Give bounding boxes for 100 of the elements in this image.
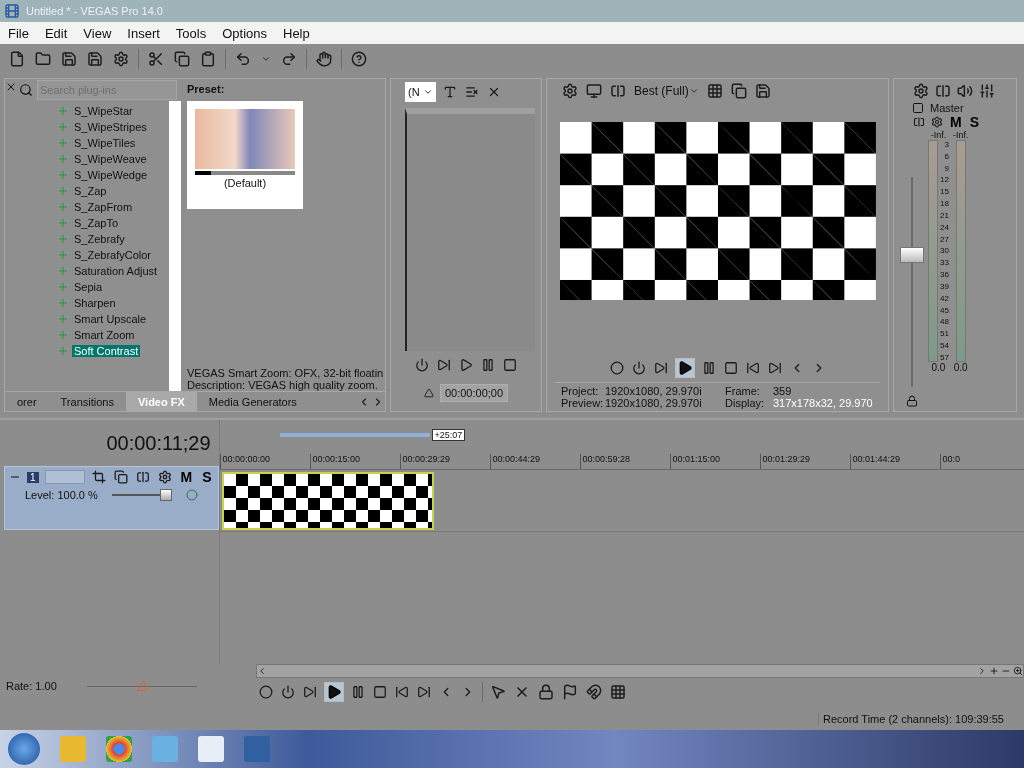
pause-button[interactable] (350, 684, 366, 700)
lock-icon[interactable] (906, 395, 918, 407)
help-button[interactable] (350, 50, 368, 68)
mute-button[interactable]: M (948, 114, 964, 130)
lock-button[interactable] (537, 683, 555, 701)
slider-thumb[interactable] (136, 679, 149, 692)
close-icon[interactable] (5, 81, 17, 93)
tree-item[interactable]: Soft Contrast (72, 345, 141, 357)
edit-tool-button[interactable] (489, 683, 507, 701)
snapping-button[interactable] (585, 683, 603, 701)
scroll-right-icon[interactable] (977, 666, 987, 676)
pause-button[interactable] (480, 357, 496, 373)
menu-item[interactable]: Insert (121, 23, 166, 43)
tree-item[interactable]: S_WipeStar (72, 105, 135, 117)
save-button[interactable] (753, 82, 772, 100)
hand-button[interactable] (315, 50, 333, 68)
play-from-start-button[interactable] (652, 360, 669, 376)
monitor-button[interactable] (585, 82, 603, 100)
paste-button[interactable] (199, 50, 217, 68)
settings-button[interactable] (112, 50, 130, 68)
play-button[interactable] (324, 682, 344, 702)
tree-item[interactable]: Saturation Adjust (72, 265, 160, 277)
loop-button[interactable] (280, 684, 296, 700)
tree-item[interactable]: Smart Zoom (72, 329, 137, 341)
undo-button[interactable] (234, 50, 252, 68)
volume-fader[interactable] (900, 177, 924, 387)
grid-button[interactable] (609, 683, 627, 701)
volume-button[interactable] (956, 82, 974, 100)
tree-item[interactable]: Sepia (72, 281, 105, 293)
save-button[interactable] (60, 50, 78, 68)
loop-button[interactable] (414, 357, 430, 373)
motion-button[interactable] (134, 469, 151, 485)
go-to-start-button[interactable] (394, 684, 410, 700)
tree-item[interactable]: S_WipeStripes (72, 121, 149, 133)
tree-item[interactable]: S_WipeWeave (72, 153, 149, 165)
play-from-start-button[interactable] (436, 357, 452, 373)
tree-item[interactable]: S_WipeWedge (72, 169, 150, 181)
fader-thumb[interactable] (900, 246, 924, 263)
menu-item[interactable]: Tools (169, 23, 213, 43)
view-dropdown[interactable]: (N (405, 82, 436, 102)
settings-button[interactable] (561, 82, 579, 100)
panel-tab[interactable]: Media Generators (196, 391, 309, 412)
new-file-button[interactable] (8, 50, 26, 68)
redo-button[interactable] (280, 50, 298, 68)
split-button[interactable] (934, 82, 952, 100)
zoom-in-icon[interactable] (989, 666, 999, 676)
stop-button[interactable] (722, 360, 739, 376)
tree-item[interactable]: S_ZapTo (72, 217, 121, 229)
fx-button[interactable] (930, 115, 944, 129)
open-folder-button[interactable] (34, 50, 52, 68)
copy-button[interactable] (729, 82, 748, 100)
track-name-field[interactable] (44, 470, 85, 484)
save-as-button[interactable] (86, 50, 104, 68)
menu-item[interactable]: View (77, 23, 118, 43)
mixer-button[interactable] (978, 82, 996, 100)
stop-button[interactable] (372, 684, 388, 700)
pan-button[interactable] (912, 115, 926, 129)
marker-button[interactable] (561, 683, 579, 701)
menu-item[interactable]: File (2, 23, 35, 43)
go-to-end-button[interactable] (766, 360, 783, 376)
tree-item[interactable]: S_WipeTiles (72, 137, 138, 149)
play-button[interactable] (674, 358, 695, 378)
tree-item[interactable]: S_ZapFrom (72, 201, 135, 213)
slider-thumb[interactable] (159, 489, 172, 501)
copy-button[interactable] (173, 50, 191, 68)
zoom-icon[interactable] (1013, 666, 1023, 676)
composite-button[interactable] (112, 469, 129, 485)
tree-item[interactable]: Smart Upscale (72, 313, 149, 325)
solo-button[interactable]: S (200, 469, 214, 485)
level-slider[interactable] (111, 490, 172, 500)
go-to-end-button[interactable] (416, 684, 432, 700)
quality-dropdown[interactable]: Best (Full) (633, 83, 700, 99)
go-to-start-button[interactable] (744, 360, 761, 376)
timecode-field[interactable]: 00:00:00;00 (439, 384, 509, 402)
solo-button[interactable]: S (967, 114, 981, 130)
video-clip[interactable] (221, 471, 434, 530)
menu-item[interactable]: Options (216, 23, 273, 43)
scroll-left-icon[interactable] (257, 666, 267, 676)
tree-item[interactable]: S_ZebrafyColor (72, 249, 154, 261)
record-button[interactable] (258, 684, 274, 700)
menu-item[interactable]: Help (277, 23, 316, 43)
tree-item[interactable]: S_Zap (72, 185, 109, 197)
grid-button[interactable] (705, 82, 724, 100)
play-from-start-button[interactable] (302, 684, 318, 700)
start-button[interactable] (8, 733, 40, 765)
panel-tab[interactable]: Transitions (48, 391, 126, 412)
settings-button[interactable] (912, 82, 930, 100)
stop-button[interactable] (502, 357, 518, 373)
play-button[interactable] (458, 357, 474, 373)
tree-item[interactable]: S_Zebrafy (72, 233, 127, 245)
split-button[interactable] (609, 82, 627, 100)
cut-button[interactable] (147, 50, 165, 68)
fx-button[interactable] (156, 469, 173, 485)
tree-item[interactable]: Sharpen (72, 297, 118, 309)
menu-item[interactable]: Edit (38, 23, 74, 43)
horizontal-scrollbar[interactable] (256, 664, 1024, 678)
panel-tab[interactable]: orer (5, 391, 49, 412)
preset-thumbnail[interactable]: (Default) (187, 101, 303, 209)
record-button[interactable] (608, 360, 625, 376)
mute-button[interactable]: M (178, 469, 195, 485)
